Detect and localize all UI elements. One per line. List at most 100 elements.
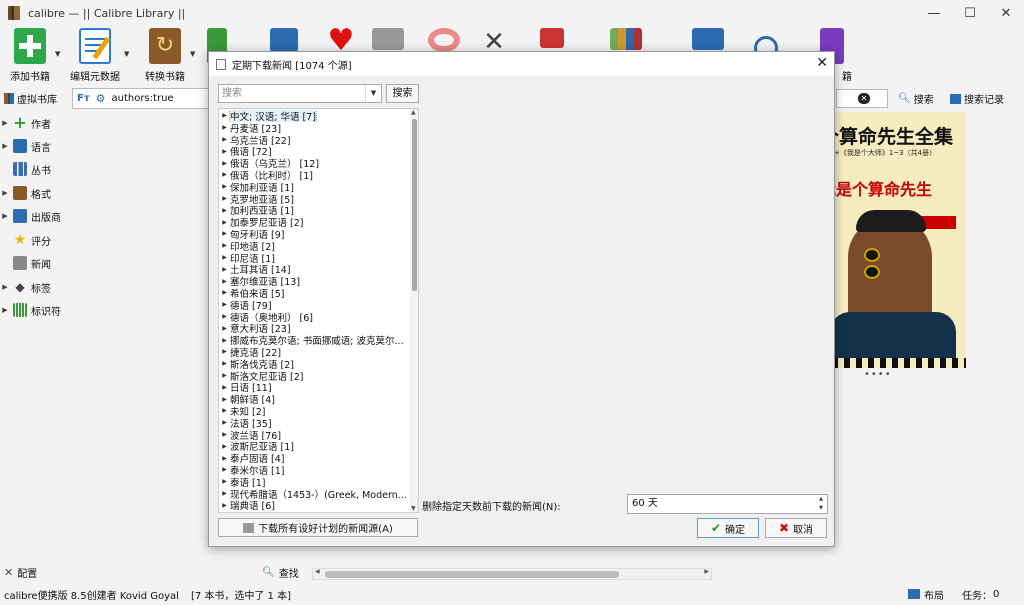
list-item[interactable]: ▶ 印尼语 [1] [219,252,409,264]
list-item[interactable]: ▶ 捷克语 [22] [219,346,409,358]
expand-arrow-icon[interactable]: ▶ [219,490,230,497]
list-item[interactable]: ▶ 塞尔维亚语 [13] [219,275,409,287]
expand-arrow-icon[interactable]: ▶ [0,306,10,314]
toolbar-save-button[interactable] [692,28,724,50]
list-item[interactable]: ▶ 现代希腊语（1453-）(Greek, Modern... [219,488,409,500]
list-item[interactable]: ▶ 俄语 [72] [219,145,409,157]
book-cover[interactable]: 个算命先生全集 集》+《我是个大师》1~3（共4册） 我是个算命先生 [820,112,966,368]
expand-arrow-icon[interactable]: ▶ [219,384,230,391]
close-icon[interactable]: ✕ [816,55,828,71]
spin-arrows-icon[interactable]: ▲ ▼ [815,495,827,513]
expand-arrow-icon[interactable]: ▶ [219,219,230,226]
list-item[interactable]: ▶ 朝鲜语 [4] [219,393,409,405]
expand-arrow-icon[interactable]: ▶ [219,407,230,414]
expand-arrow-icon[interactable]: ▶ [219,466,230,473]
expand-arrow-icon[interactable]: ▶ [219,254,230,261]
toolbar-convert-book-button[interactable]: ↻ 转换书籍 [145,28,185,83]
list-item[interactable]: ▶ 俄语（比利时） [1] [219,169,409,181]
gear-icon[interactable]: ⚙ [96,92,106,105]
configure-button[interactable]: ✕ 配置 [4,565,37,580]
toolbar-remove-books-button[interactable] [540,28,564,48]
recipe-search-input[interactable]: 搜索 [218,84,382,103]
list-item[interactable]: ▶ 中文; 汉语; 华语 [7] [219,110,409,122]
list-item[interactable]: ▶ 未知 [2] [219,405,409,417]
toolbar-library-button[interactable] [610,28,642,50]
sidebar-item-series[interactable]: 丛书 [0,159,51,179]
list-item[interactable]: ▶ 俄语（乌克兰） [12] [219,157,409,169]
expand-arrow-icon[interactable]: ▶ [219,266,230,273]
list-item[interactable]: ▶ 日语 [11] [219,381,409,393]
splitter-handle[interactable]: •••• [864,369,892,380]
expand-arrow-icon[interactable]: ▶ [219,325,230,332]
scrollbar-thumb[interactable] [412,119,417,291]
search-input[interactable]: Fт ⚙ authors:true [72,88,212,109]
list-item[interactable]: ▶ 德语 [79] [219,299,409,311]
sidebar-item-formats[interactable]: ▶ 格式 [0,183,51,203]
scroll-down-icon[interactable]: ▼ [411,505,416,512]
list-item[interactable]: ▶ 挪威布克莫尔语; 书面挪威语; 波克莫尔... [219,334,409,346]
toolbar-download-button[interactable] [270,28,298,52]
saved-search-button[interactable]: 搜索记录 [950,91,1004,106]
list-item[interactable]: ▶ 匈牙利语 [9] [219,228,409,240]
expand-arrow-icon[interactable]: ▶ [219,360,230,367]
scroll-left-icon[interactable]: ◀ [315,568,320,575]
sidebar-item-authors[interactable]: ▶ + 作者 [0,113,51,133]
expand-arrow-icon[interactable]: ▶ [219,183,230,190]
list-item[interactable]: ▶ 乌克兰语 [22] [219,134,409,146]
list-item[interactable]: ▶ 希伯来语 [5] [219,287,409,299]
expand-arrow-icon[interactable]: ▶ [219,171,230,178]
list-item[interactable]: ▶罗马尼亚语 [23] [219,511,409,512]
sidebar-item-identifiers[interactable]: ▶ 标识符 [0,300,61,320]
expand-arrow-icon[interactable]: ▶ [219,348,230,355]
expand-arrow-icon[interactable]: ▶ [219,396,230,403]
horizontal-scrollbar[interactable]: ◀ ▶ [312,568,712,580]
list-item[interactable]: ▶ 泰语 [1] [219,476,409,488]
virtual-library-button[interactable]: 虚拟书库 [4,91,57,106]
expand-arrow-icon[interactable]: ▶ [219,112,230,119]
toolbar-add-book-button[interactable]: 添加书籍 [10,28,50,83]
expand-arrow-icon[interactable]: ▶ [219,372,230,379]
cancel-button[interactable]: ✖ 取消 [765,518,827,538]
expand-arrow-icon[interactable]: ▶ [219,337,230,344]
chevron-down-icon[interactable]: ▼ [55,50,60,58]
chevron-down-icon[interactable]: ▼ [124,50,129,58]
delete-days-spinbox[interactable]: 60 天 ▲ ▼ [627,494,828,514]
expand-arrow-icon[interactable]: ▶ [219,230,230,237]
vertical-scrollbar[interactable]: ▲ ▼ [410,109,418,512]
expand-arrow-icon[interactable]: ▶ [219,478,230,485]
sidebar-item-news[interactable]: 新闻 [0,253,51,273]
expand-arrow-icon[interactable]: ▶ [219,289,230,296]
expand-arrow-icon[interactable]: ▶ [219,148,230,155]
list-item[interactable]: ▶ 泰卢固语 [4] [219,452,409,464]
close-window-button[interactable]: ✕ [988,0,1024,26]
expand-arrow-icon[interactable]: ▶ [219,278,230,285]
list-item[interactable]: ▶ 印地语 [2] [219,240,409,252]
scrollbar-thumb[interactable] [325,571,619,578]
expand-arrow-icon[interactable]: ▶ [219,443,230,450]
recipe-language-list[interactable]: ▶ 中文; 汉语; 华语 [7] ▶ 丹麦语 [23] ▶ 乌克兰语 [22] ▶ 俄语 [7… [218,108,419,513]
scroll-up-icon[interactable]: ▲ [411,109,416,116]
expand-arrow-icon[interactable]: ▶ [219,419,230,426]
list-item[interactable]: ▶ 斯洛伐克语 [2] [219,358,409,370]
minimize-button[interactable]: — [916,0,952,26]
recipe-search-button[interactable]: 搜索 [386,84,419,103]
toolbar-fetch-news-button[interactable] [372,28,404,50]
sidebar-item-tags[interactable]: ▶ ◆ 标签 [0,277,51,297]
expand-arrow-icon[interactable]: ▶ [0,212,10,220]
sidebar-item-languages[interactable]: ▶ 语言 [0,136,51,156]
list-item[interactable]: ▶ 加利西亚语 [1] [219,204,409,216]
expand-arrow-icon[interactable]: ▶ [219,301,230,308]
expand-arrow-icon[interactable]: ▶ [219,195,230,202]
list-item[interactable]: ▶ 克罗地亚语 [5] [219,193,409,205]
clear-search-icon[interactable]: ✕ [858,93,870,104]
list-item[interactable]: ▶ 波兰语 [76] [219,429,409,441]
expand-arrow-icon[interactable]: ▶ [0,283,10,291]
sidebar-item-publisher[interactable]: ▶ 出版商 [0,206,61,226]
scroll-right-icon[interactable]: ▶ [704,568,709,575]
list-item[interactable]: ▶ 土耳其语 [14] [219,263,409,275]
jobs-label[interactable]: 任务： [962,587,992,602]
download-all-scheduled-button[interactable]: 下载所有设好计划的新闻源(A) [218,518,418,537]
toolbar-help-button[interactable] [428,28,460,52]
list-item[interactable]: ▶ 斯洛文尼亚语 [2] [219,370,409,382]
list-item[interactable]: ▶ 波斯尼亚语 [1] [219,440,409,452]
